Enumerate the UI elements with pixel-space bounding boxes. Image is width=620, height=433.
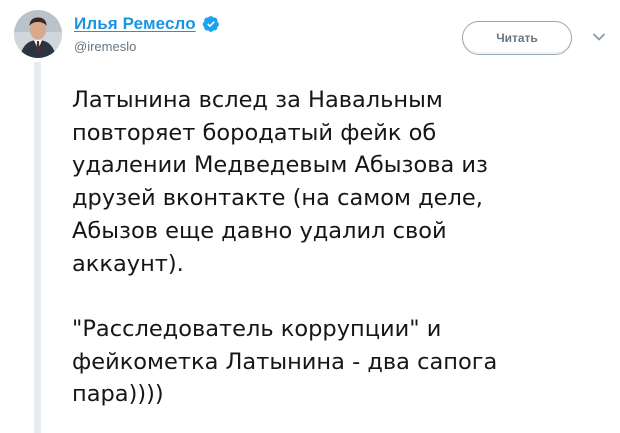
- avatar[interactable]: [14, 10, 62, 58]
- author-display-name[interactable]: Илья Ремесло: [74, 14, 196, 34]
- chevron-down-icon[interactable]: [592, 32, 606, 42]
- author-handle[interactable]: @iremeslo: [74, 39, 136, 54]
- avatar-image: [14, 10, 62, 58]
- follow-button[interactable]: Читать: [462, 21, 572, 55]
- author-name-row: Илья Ремесло: [74, 12, 220, 36]
- tweet-paragraph: "Расследователь коррупции" и фейкометка …: [72, 315, 498, 408]
- tweet-paragraph: Латынина вслед за Навальным повторяет бо…: [72, 87, 489, 277]
- verified-badge-icon: [202, 15, 220, 33]
- tweet-text: Латынина вслед за Навальным повторяет бо…: [72, 84, 612, 411]
- quote-bar: [34, 62, 41, 433]
